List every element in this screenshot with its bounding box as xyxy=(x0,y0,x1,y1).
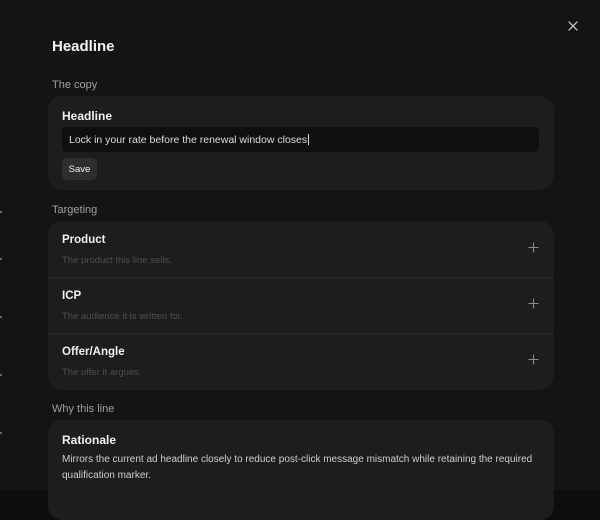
plus-icon[interactable] xyxy=(528,354,539,365)
rationale-card-title: Rationale xyxy=(62,433,117,447)
row-title: ICP xyxy=(62,290,82,302)
rationale-text: Mirrors the current ad headline closely … xyxy=(62,454,533,481)
plus-icon[interactable] xyxy=(528,298,539,309)
close-icon xyxy=(568,21,578,31)
edge-marker xyxy=(0,258,2,260)
row-description: The audience it is written for. xyxy=(62,311,183,322)
row-description: The offer it argues. xyxy=(62,367,142,378)
headline-input-value: Lock in your rate before the renewal win… xyxy=(69,133,308,146)
close-button[interactable] xyxy=(564,17,582,35)
row-title: Offer/Angle xyxy=(62,346,125,358)
row-description: The product this line sells. xyxy=(62,255,172,266)
edge-marker xyxy=(0,432,2,434)
headline-input[interactable]: Lock in your rate before the renewal win… xyxy=(62,127,539,152)
targeting-row-icp[interactable]: ICP The audience it is written for. xyxy=(48,277,554,333)
plus-icon[interactable] xyxy=(528,242,539,253)
save-button[interactable]: Save xyxy=(62,158,97,180)
section-label-targeting: Targeting xyxy=(52,204,98,216)
row-title: Product xyxy=(62,234,106,246)
edge-marker xyxy=(0,316,2,318)
section-label-copy: The copy xyxy=(52,79,98,91)
edge-marker xyxy=(0,211,2,213)
section-label-why: Why this line xyxy=(52,403,115,415)
dialog-title: Headline xyxy=(52,38,115,55)
headline-dialog: Headline The copy Headline Lock in your … xyxy=(0,0,600,520)
edge-marker xyxy=(0,374,2,376)
text-caret xyxy=(308,134,310,145)
targeting-row-offer-angle[interactable]: Offer/Angle The offer it argues. xyxy=(48,333,554,389)
copy-card-title: Headline xyxy=(62,109,113,123)
targeting-row-product[interactable]: Product The product this line sells. xyxy=(48,221,554,277)
